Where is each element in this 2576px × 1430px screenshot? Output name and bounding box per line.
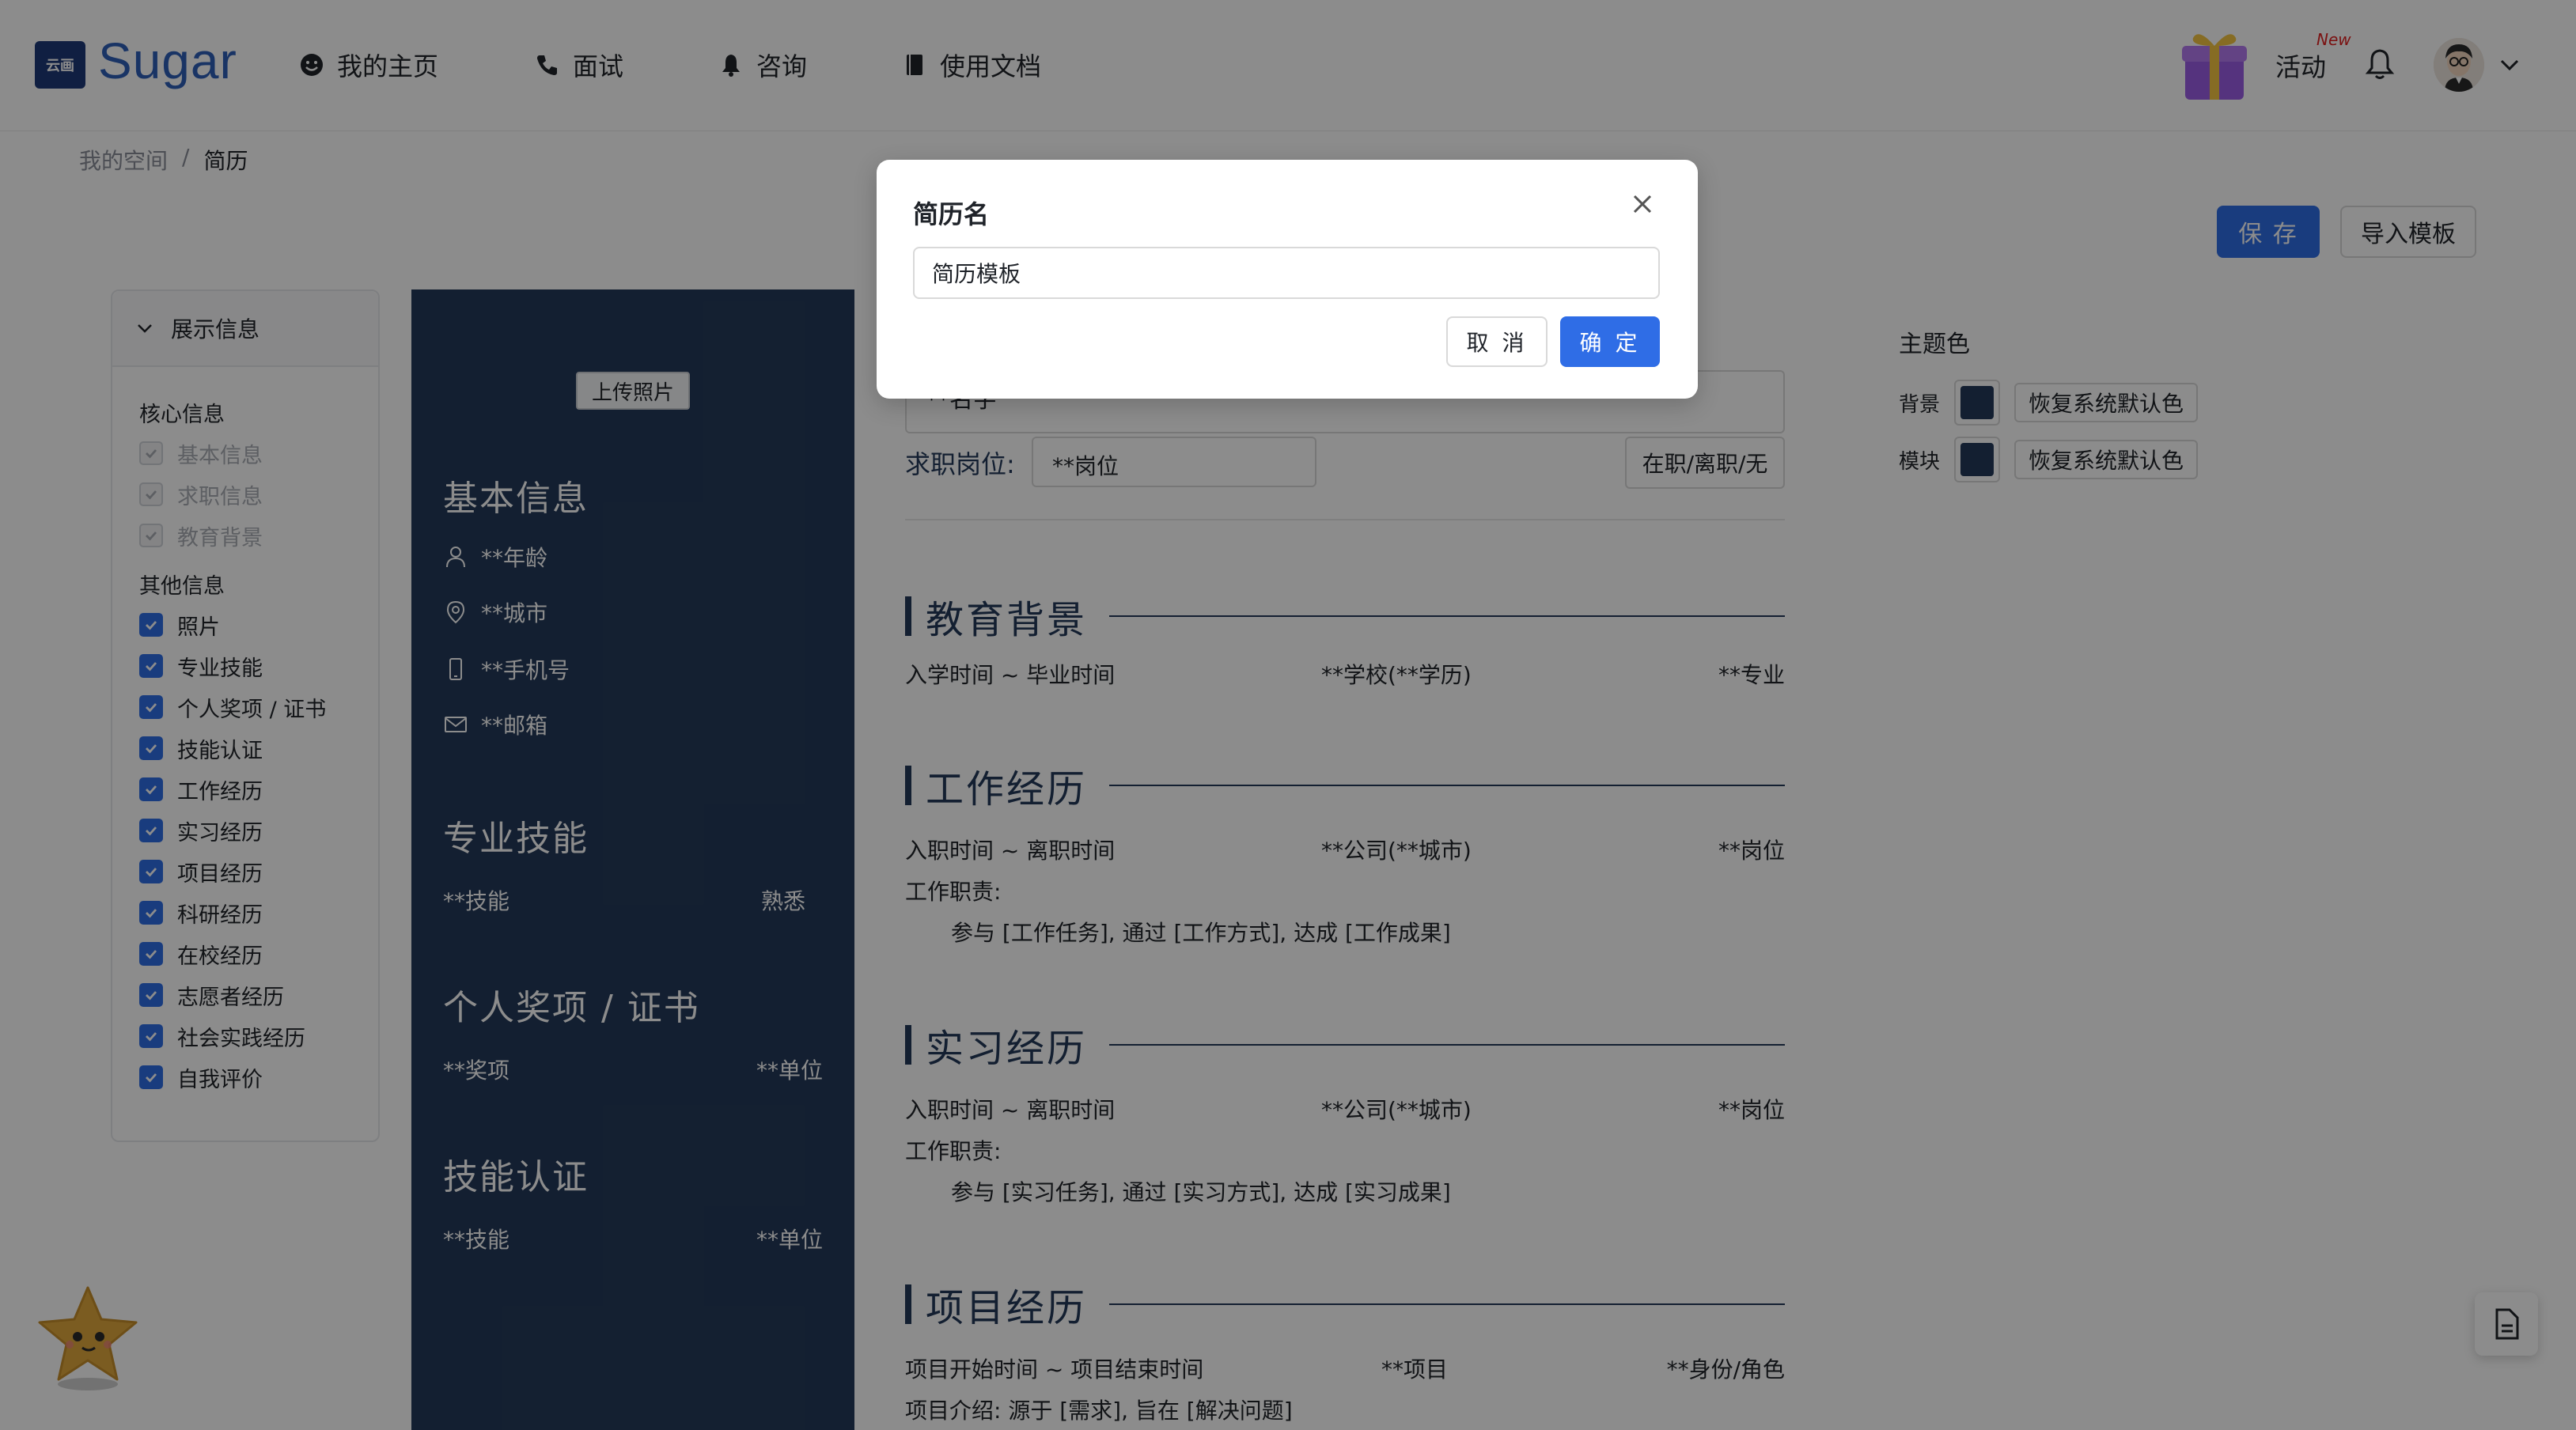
dialog-title: 简历名 [913,199,990,229]
confirm-button[interactable]: 确 定 [1560,316,1660,367]
cancel-button[interactable]: 取 消 [1446,316,1547,367]
close-icon[interactable] [1627,188,1658,220]
resume-name-dialog: 简历名 取 消 确 定 [877,160,1698,399]
resume-name-input[interactable] [913,247,1660,299]
